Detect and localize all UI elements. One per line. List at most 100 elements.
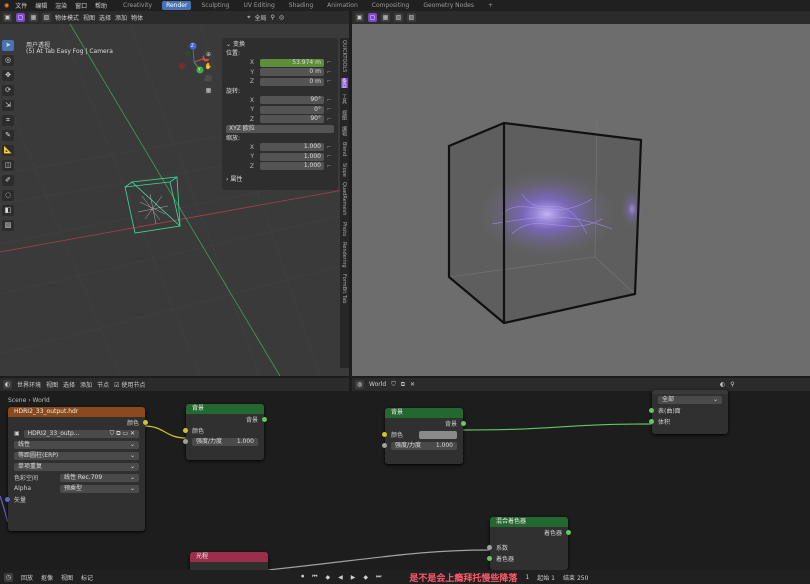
menu-object[interactable]: 物体 xyxy=(131,13,143,22)
sidebar-tab-slope[interactable]: Slope xyxy=(341,163,347,177)
output-socket[interactable] xyxy=(262,417,267,422)
sidebar-tab-rendering[interactable]: Rendering xyxy=(341,242,347,268)
input-socket[interactable] xyxy=(382,443,387,448)
sidebar-tab-quadremesh[interactable]: QuadRemesh xyxy=(341,182,347,215)
menu-select[interactable]: 选择 xyxy=(99,13,111,22)
next-key-icon[interactable]: ◆ xyxy=(363,574,368,581)
rotation-z-field[interactable]: 90° xyxy=(260,115,324,124)
color-swatch[interactable] xyxy=(419,430,457,439)
rotation-x-field[interactable]: 90° xyxy=(260,96,324,105)
input-socket[interactable] xyxy=(183,428,188,433)
world-output-node[interactable]: 全部 ⌄ 表(曲)面 体积 xyxy=(649,390,728,434)
background-node-2[interactable]: 背景 背景 颜色 强度/力度 1.000 xyxy=(382,408,466,464)
lock-icon[interactable]: ⌐ xyxy=(324,78,334,85)
scale-x-field[interactable]: 1.000 xyxy=(260,143,324,152)
menu-view[interactable]: 视图 xyxy=(83,13,95,22)
properties-section-header[interactable]: › 属性 xyxy=(226,175,334,184)
transform-tool-icon[interactable]: ⌗ xyxy=(2,115,14,126)
image-name-field[interactable]: HDRI2_33_outp... ⛉ ⧉ ▭ ✕ xyxy=(23,429,139,438)
input-socket[interactable] xyxy=(382,432,387,437)
start-frame-field[interactable]: 起始 1 xyxy=(537,573,555,582)
menu-render[interactable]: 渲染 xyxy=(55,3,67,10)
sidebar-tab-quicktools[interactable]: QUICKTOOLS xyxy=(341,40,347,72)
output-socket[interactable] xyxy=(143,420,148,425)
lasso-tool-icon[interactable]: ◌ xyxy=(2,190,14,201)
select-mode-icon[interactable]: ▦ xyxy=(29,13,38,22)
select-extend-icon[interactable]: ▧ xyxy=(42,13,51,22)
menu-help[interactable]: 帮助 xyxy=(95,3,107,10)
sidebar-tab-photo[interactable]: Photo xyxy=(341,222,347,236)
sidebar-tab-view[interactable]: 视图 xyxy=(341,110,348,120)
blender-logo-icon[interactable]: ◉ xyxy=(4,2,9,9)
alpha-dropdown[interactable]: 预乘型 ⌄ xyxy=(60,484,139,493)
frame-field[interactable]: 1 xyxy=(525,574,529,581)
lock-icon[interactable]: ⌐ xyxy=(324,163,334,170)
sidebar-tab-item[interactable]: 条目 xyxy=(341,78,348,89)
lock-icon[interactable]: ⌐ xyxy=(324,106,334,113)
input-socket[interactable] xyxy=(649,408,654,413)
select-extend-icon[interactable]: ▧ xyxy=(394,13,403,22)
cursor-tool-icon[interactable]: ◎ xyxy=(2,55,14,66)
input-socket[interactable] xyxy=(5,497,10,502)
lock-icon[interactable]: ⌐ xyxy=(324,69,334,76)
rotation-y-field[interactable]: 0° xyxy=(260,105,324,114)
image-tool-icon[interactable]: ▨ xyxy=(2,220,14,231)
end-frame-field[interactable]: 结束 250 xyxy=(563,573,588,582)
menu-file[interactable]: 文件 xyxy=(15,3,27,10)
select-box-icon[interactable]: ▢ xyxy=(16,13,25,22)
strength-field[interactable]: 强度/力度 1.000 xyxy=(391,441,457,450)
mix-shader-node[interactable]: 混合着色器 着色器 系数 着色器 xyxy=(487,517,571,570)
tab-shading[interactable]: Shading xyxy=(285,1,317,10)
menu-playback[interactable]: 回放 xyxy=(21,573,33,582)
object-mode-dropdown[interactable]: 物体模式 xyxy=(55,13,79,22)
interpolation-dropdown[interactable]: 线性 ⌄ xyxy=(14,440,139,449)
menu-window[interactable]: 窗口 xyxy=(75,3,87,10)
image-icon[interactable]: ▣ xyxy=(14,430,20,437)
pivot-icon[interactable]: ⌖ xyxy=(247,14,250,22)
camera-view-icon[interactable]: 🎥 xyxy=(204,74,213,83)
input-socket[interactable] xyxy=(487,545,492,550)
record-icon[interactable]: ⏺ xyxy=(301,573,304,581)
lock-icon[interactable]: ⌐ xyxy=(324,153,334,160)
location-z-field[interactable]: 0 m xyxy=(260,77,324,86)
lock-icon[interactable]: ⌐ xyxy=(324,116,334,123)
output-socket[interactable] xyxy=(461,421,466,426)
scale-y-field[interactable]: 1.000 xyxy=(260,152,324,161)
tab-render[interactable]: Render xyxy=(162,1,192,10)
render-preview-viewport[interactable] xyxy=(352,24,810,376)
tab-sculpting[interactable]: Sculpting xyxy=(197,1,233,10)
menu-keying[interactable]: 抠像 xyxy=(41,573,53,582)
select-mode-icon[interactable]: ▦ xyxy=(381,13,390,22)
input-socket[interactable] xyxy=(183,439,188,444)
transform-orientation-dropdown[interactable]: 全局 xyxy=(254,13,266,22)
tab-compositing[interactable]: Compositing xyxy=(368,1,414,10)
scale-tool-icon[interactable]: ⇲ xyxy=(2,100,14,111)
grid-icon[interactable]: ▦ xyxy=(204,86,213,95)
menu-add[interactable]: 添加 xyxy=(115,13,127,22)
node-editor[interactable]: ◐ 世界环境 视图 选择 添加 节点 ☑ 使用节点 ◍ World ⛉ ⧉ ✕ … xyxy=(0,378,810,570)
tab-animation[interactable]: Animation xyxy=(323,1,362,10)
sidebar-tab-formbit[interactable]: FormBit Tab xyxy=(341,274,347,303)
play-icon[interactable]: ▶ xyxy=(351,574,356,581)
light-path-node[interactable]: 光程 xyxy=(190,552,268,570)
scale-z-field[interactable]: 1.000 xyxy=(260,162,324,171)
location-x-field[interactable]: 53.974 m xyxy=(260,58,324,67)
sidebar-tab-edit[interactable]: 编辑 xyxy=(341,126,348,136)
draw-tool-icon[interactable]: ✐ xyxy=(2,175,14,186)
rotation-mode-dropdown[interactable]: XYZ 欧拉 xyxy=(226,124,334,133)
location-y-field[interactable]: 0 m xyxy=(260,68,324,77)
colorspace-dropdown[interactable]: 线性 Rec.709 ⌄ xyxy=(60,473,139,482)
move-tool-icon[interactable]: ✥ xyxy=(2,70,14,81)
menu-edit[interactable]: 编辑 xyxy=(35,3,47,10)
menu-view[interactable]: 视图 xyxy=(61,573,73,582)
editor-type-icon[interactable]: ▣ xyxy=(3,13,12,22)
output-socket[interactable] xyxy=(566,530,571,535)
snap-icon[interactable]: ⚲ xyxy=(270,14,274,21)
sidebar-tab-blend[interactable]: Blend xyxy=(341,142,347,156)
tab-uv-editing[interactable]: UV Editing xyxy=(239,1,278,10)
pan-icon[interactable]: ✋ xyxy=(204,62,213,71)
input-socket[interactable] xyxy=(487,556,492,561)
lock-icon[interactable]: ⌐ xyxy=(324,59,334,66)
extension-dropdown[interactable]: 单项重复 ⌄ xyxy=(14,462,139,471)
lock-icon[interactable]: ⌐ xyxy=(324,97,334,104)
